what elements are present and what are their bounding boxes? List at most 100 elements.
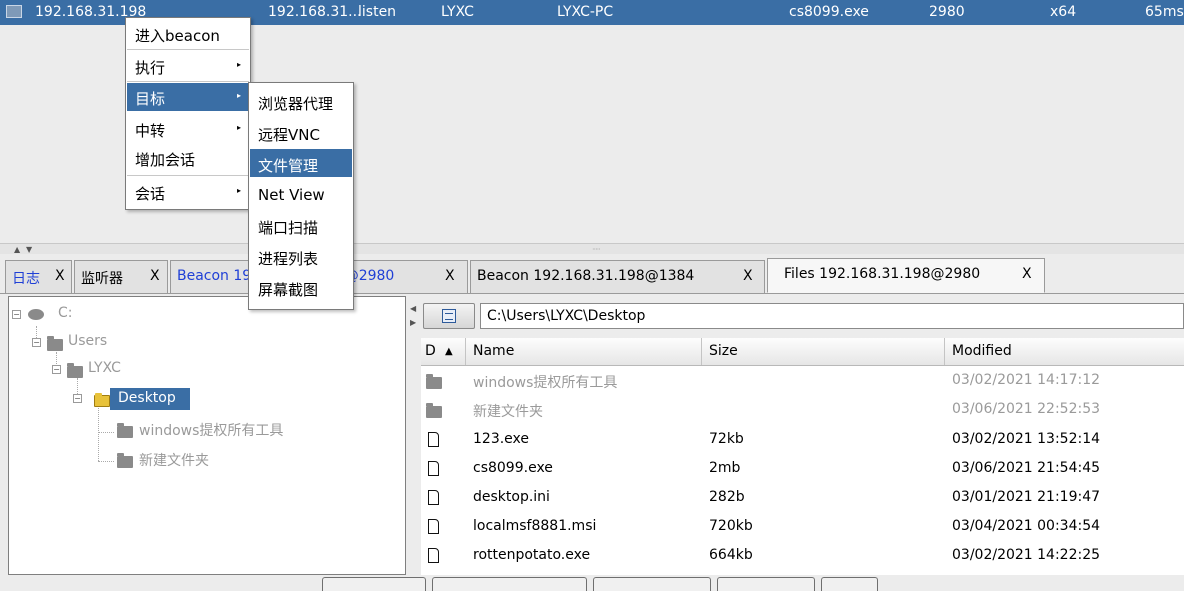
table-row[interactable]: windows提权所有工具 03/02/2021 14:17:12 [421, 367, 1184, 396]
file-size: 282b [709, 489, 745, 505]
tab-bar-line [0, 293, 1184, 294]
file-size: 720kb [709, 518, 753, 534]
divider-right-arrow-icon[interactable]: ▶ [410, 318, 416, 327]
tree-toggle-root[interactable]: − [12, 310, 21, 319]
submenu-arrow-icon: ▸ [236, 91, 241, 100]
column-separator[interactable] [944, 338, 945, 365]
tab-log-close[interactable]: X [55, 268, 65, 284]
tab-beacon-1384-close[interactable]: X [743, 268, 753, 284]
submenu-item-label: 端口扫描 [258, 219, 319, 237]
bottom-button[interactable] [717, 577, 815, 591]
menu-item-label: 中转 [135, 122, 166, 140]
menu-item-enter-beacon[interactable]: 进入beacon [127, 20, 249, 48]
tab-listeners[interactable]: 监听器 X [74, 260, 168, 293]
pane-divider[interactable]: ◀ ▶ [407, 296, 419, 575]
splitter-up-arrow-icon[interactable]: ▲ [14, 245, 20, 254]
menu-item-target[interactable]: 目标 ▸ [127, 83, 249, 111]
open-folder-icon [94, 393, 110, 407]
tree-node-desktop[interactable]: Desktop [110, 388, 190, 410]
submenu-item-label: 屏幕截图 [258, 281, 319, 299]
tab-beacon-1384[interactable]: Beacon 192.168.31.198@1384 X [470, 260, 765, 293]
tree-node-root[interactable]: C: [58, 305, 73, 321]
file-modified: 03/02/2021 13:52:14 [952, 431, 1101, 447]
file-size: 664kb [709, 547, 753, 563]
submenu-item-browser-pivot[interactable]: 浏览器代理 [250, 87, 352, 115]
submenu-item-port-scan[interactable]: 端口扫描 [250, 211, 352, 239]
path-input[interactable]: C:\Users\LYXC\Desktop [480, 303, 1184, 329]
table-row[interactable]: 123.exe 72kb 03/02/2021 13:52:14 [421, 426, 1184, 455]
column-separator[interactable] [465, 338, 466, 365]
tree-toggle-desktop[interactable]: − [73, 394, 82, 403]
sort-ascending-icon[interactable]: ▲ [445, 346, 453, 357]
menu-item-pivot[interactable]: 中转 ▸ [127, 115, 249, 143]
table-row[interactable]: cs8099.exe 2mb 03/06/2021 21:54:45 [421, 455, 1184, 484]
tab-listeners-close[interactable]: X [150, 268, 160, 284]
tree-line [98, 461, 114, 462]
submenu-item-file-browser[interactable]: 文件管理 [250, 149, 352, 177]
menu-item-label: 进入beacon [135, 27, 220, 45]
file-name: cs8099.exe [473, 460, 553, 476]
file-name: 123.exe [473, 431, 530, 447]
tree-node-windows-tools[interactable]: windows提权所有工具 [139, 420, 283, 440]
menu-item-session[interactable]: 会话 ▸ [127, 178, 249, 206]
column-header-size[interactable]: Size [709, 343, 738, 359]
tab-beacon-2980-close[interactable]: X [445, 268, 455, 284]
bottom-button[interactable] [821, 577, 878, 591]
context-menu: 进入beacon 执行 ▸ 目标 ▸ 中转 ▸ 增加会话 会话 ▸ [125, 17, 251, 210]
session-arch: x64 [1050, 4, 1077, 20]
file-modified: 03/04/2021 00:34:54 [952, 518, 1101, 534]
submenu-item-remote-vnc[interactable]: 远程VNC [250, 118, 352, 146]
menu-separator [127, 81, 249, 82]
table-row[interactable]: localmsf8881.msi 720kb 03/04/2021 00:34:… [421, 513, 1184, 542]
bottom-button[interactable] [593, 577, 711, 591]
tree-node-desktop-label: Desktop [118, 390, 176, 406]
tree-toggle-users[interactable]: − [32, 338, 41, 347]
file-icon [428, 432, 439, 447]
table-row[interactable]: rottenpotato.exe 664kb 03/02/2021 14:22:… [421, 542, 1184, 571]
tab-log[interactable]: 日志 X [5, 260, 72, 293]
menu-item-label: 目标 [135, 90, 166, 108]
file-name: desktop.ini [473, 489, 550, 505]
menu-item-spawn-session[interactable]: 增加会话 [127, 144, 249, 172]
column-header-d[interactable]: D [425, 343, 436, 359]
file-name: localmsf8881.msi [473, 518, 597, 534]
table-row[interactable]: 新建文件夹 03/06/2021 22:52:53 [421, 396, 1184, 425]
tab-listeners-label: 监听器 [81, 271, 123, 287]
splitter-down-arrow-icon[interactable]: ▼ [26, 245, 32, 254]
session-user: LYXC [441, 4, 474, 20]
session-pid: 2980 [929, 4, 965, 20]
submenu-item-net-view[interactable]: Net View [250, 180, 352, 208]
file-name: windows提权所有工具 [473, 375, 618, 391]
column-header-modified[interactable]: Modified [952, 343, 1012, 359]
bottom-button[interactable] [432, 577, 587, 591]
tab-log-label: 日志 [12, 271, 40, 287]
tree-node-new-folder[interactable]: 新建文件夹 [139, 450, 209, 470]
divider-left-arrow-icon[interactable]: ◀ [410, 304, 416, 313]
folder-icon [47, 336, 63, 351]
tab-files-2980[interactable]: Files 192.168.31.198@2980 X [767, 258, 1045, 293]
submenu-item-screenshot[interactable]: 屏幕截图 [250, 273, 352, 301]
table-row[interactable]: desktop.ini 282b 03/01/2021 21:19:47 [421, 484, 1184, 513]
column-separator[interactable] [701, 338, 702, 365]
submenu-item-process-list[interactable]: 进程列表 [250, 242, 352, 270]
tree-toggle-lyxc[interactable]: − [52, 365, 61, 374]
menu-separator [127, 49, 249, 50]
files-table[interactable]: D ▲ Name Size Modified windows提权所有工具 03/… [421, 338, 1184, 575]
submenu-arrow-icon: ▸ [236, 123, 241, 132]
session-internal-ip: 192.168.31... [268, 4, 362, 20]
tab-beacon-1384-label: Beacon 192.168.31.198@1384 [477, 268, 695, 284]
bottom-button[interactable] [322, 577, 426, 591]
tree-node-lyxc[interactable]: LYXC [88, 360, 121, 376]
menu-item-execute[interactable]: 执行 ▸ [127, 52, 249, 80]
up-directory-button[interactable] [423, 303, 475, 329]
session-listener: listen [358, 4, 397, 20]
computer-icon [6, 5, 22, 18]
submenu-item-label: 文件管理 [258, 157, 319, 175]
submenu-arrow-icon: ▸ [236, 186, 241, 195]
folder-icon [117, 453, 133, 468]
tree-node-users[interactable]: Users [68, 333, 107, 349]
tab-files-2980-close[interactable]: X [1022, 266, 1032, 282]
column-header-name[interactable]: Name [473, 343, 514, 359]
file-icon [428, 519, 439, 534]
splitter-grip-icon[interactable]: ····· [592, 245, 601, 254]
